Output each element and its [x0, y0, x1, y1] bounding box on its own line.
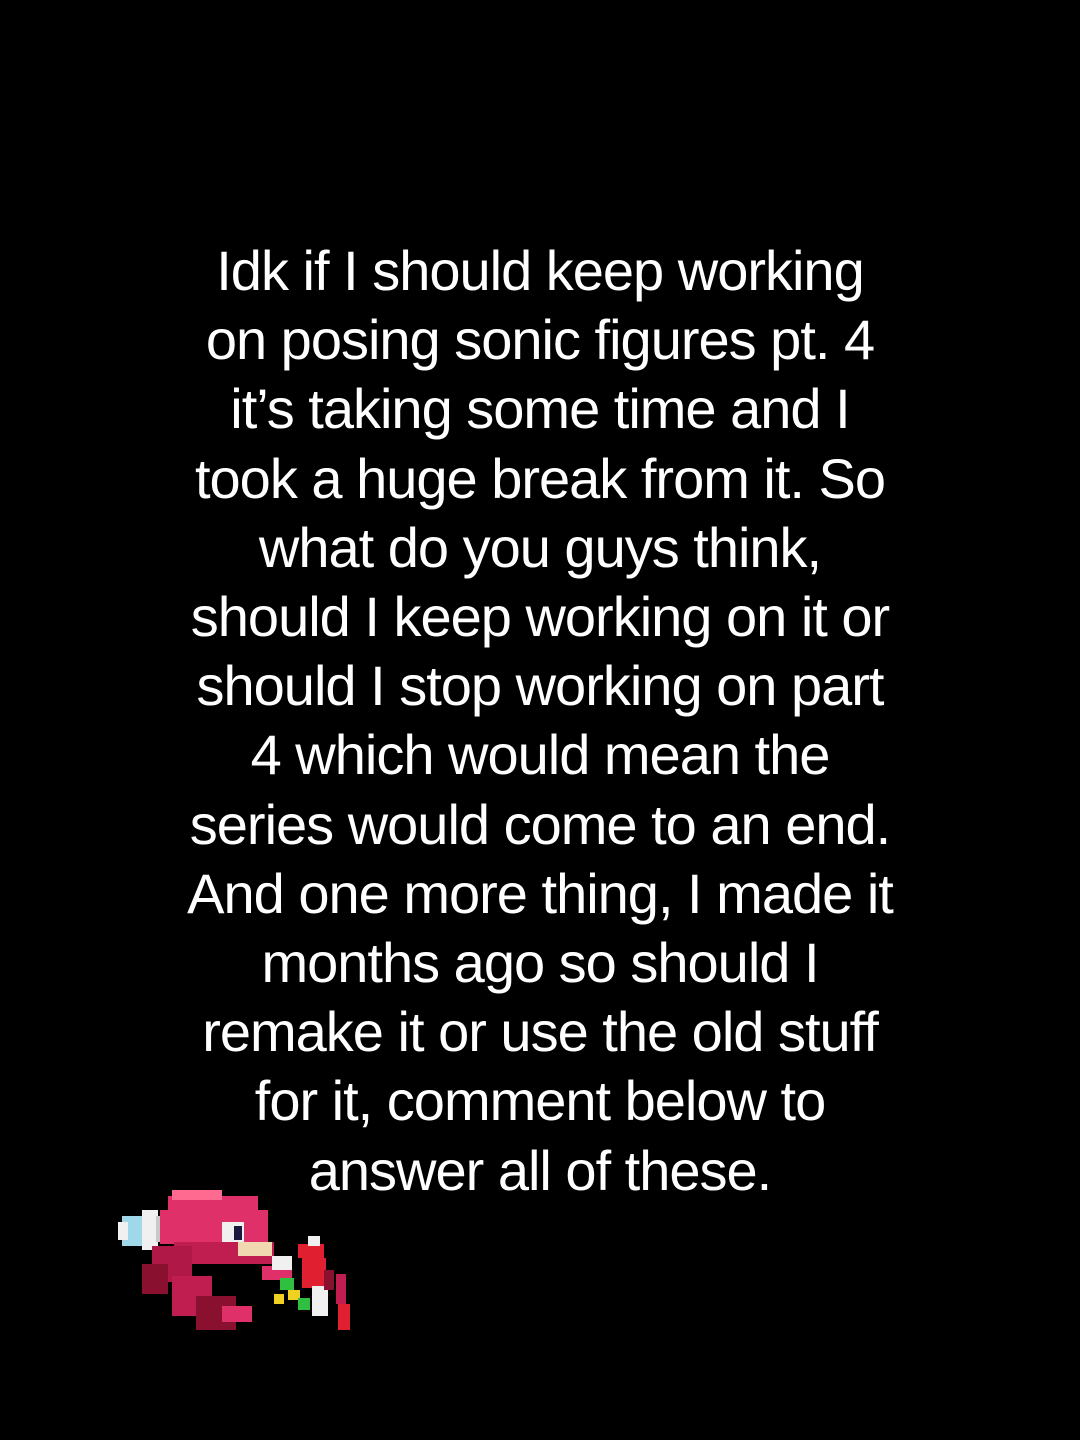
caption-line: should I stop working on part — [196, 654, 885, 718]
caption-line: 4 which would mean the — [250, 723, 831, 787]
caption-line: Idk if I should keep working — [216, 239, 864, 302]
knuckles-sprite-icon — [112, 1186, 372, 1346]
caption-line: it’s taking some time and I — [230, 377, 850, 441]
caption-line: series would come to an end. — [189, 792, 891, 856]
caption-line: for it, comment below to — [254, 1069, 826, 1133]
caption-line: what do you guys think, — [258, 515, 822, 579]
caption-line: should I keep working on it or — [190, 585, 890, 649]
caption-line: And one more thing, I made it — [187, 861, 894, 925]
caption-line: on posing sonic figures pt. 4 — [205, 308, 875, 372]
caption-line: months ago so should I — [261, 931, 819, 995]
caption-line: remake it or use the old stuff — [202, 1000, 879, 1064]
caption-text: Idk if I should keep working on posing s… — [40, 236, 1040, 1205]
caption-line: took a huge break from it. So — [194, 446, 886, 510]
